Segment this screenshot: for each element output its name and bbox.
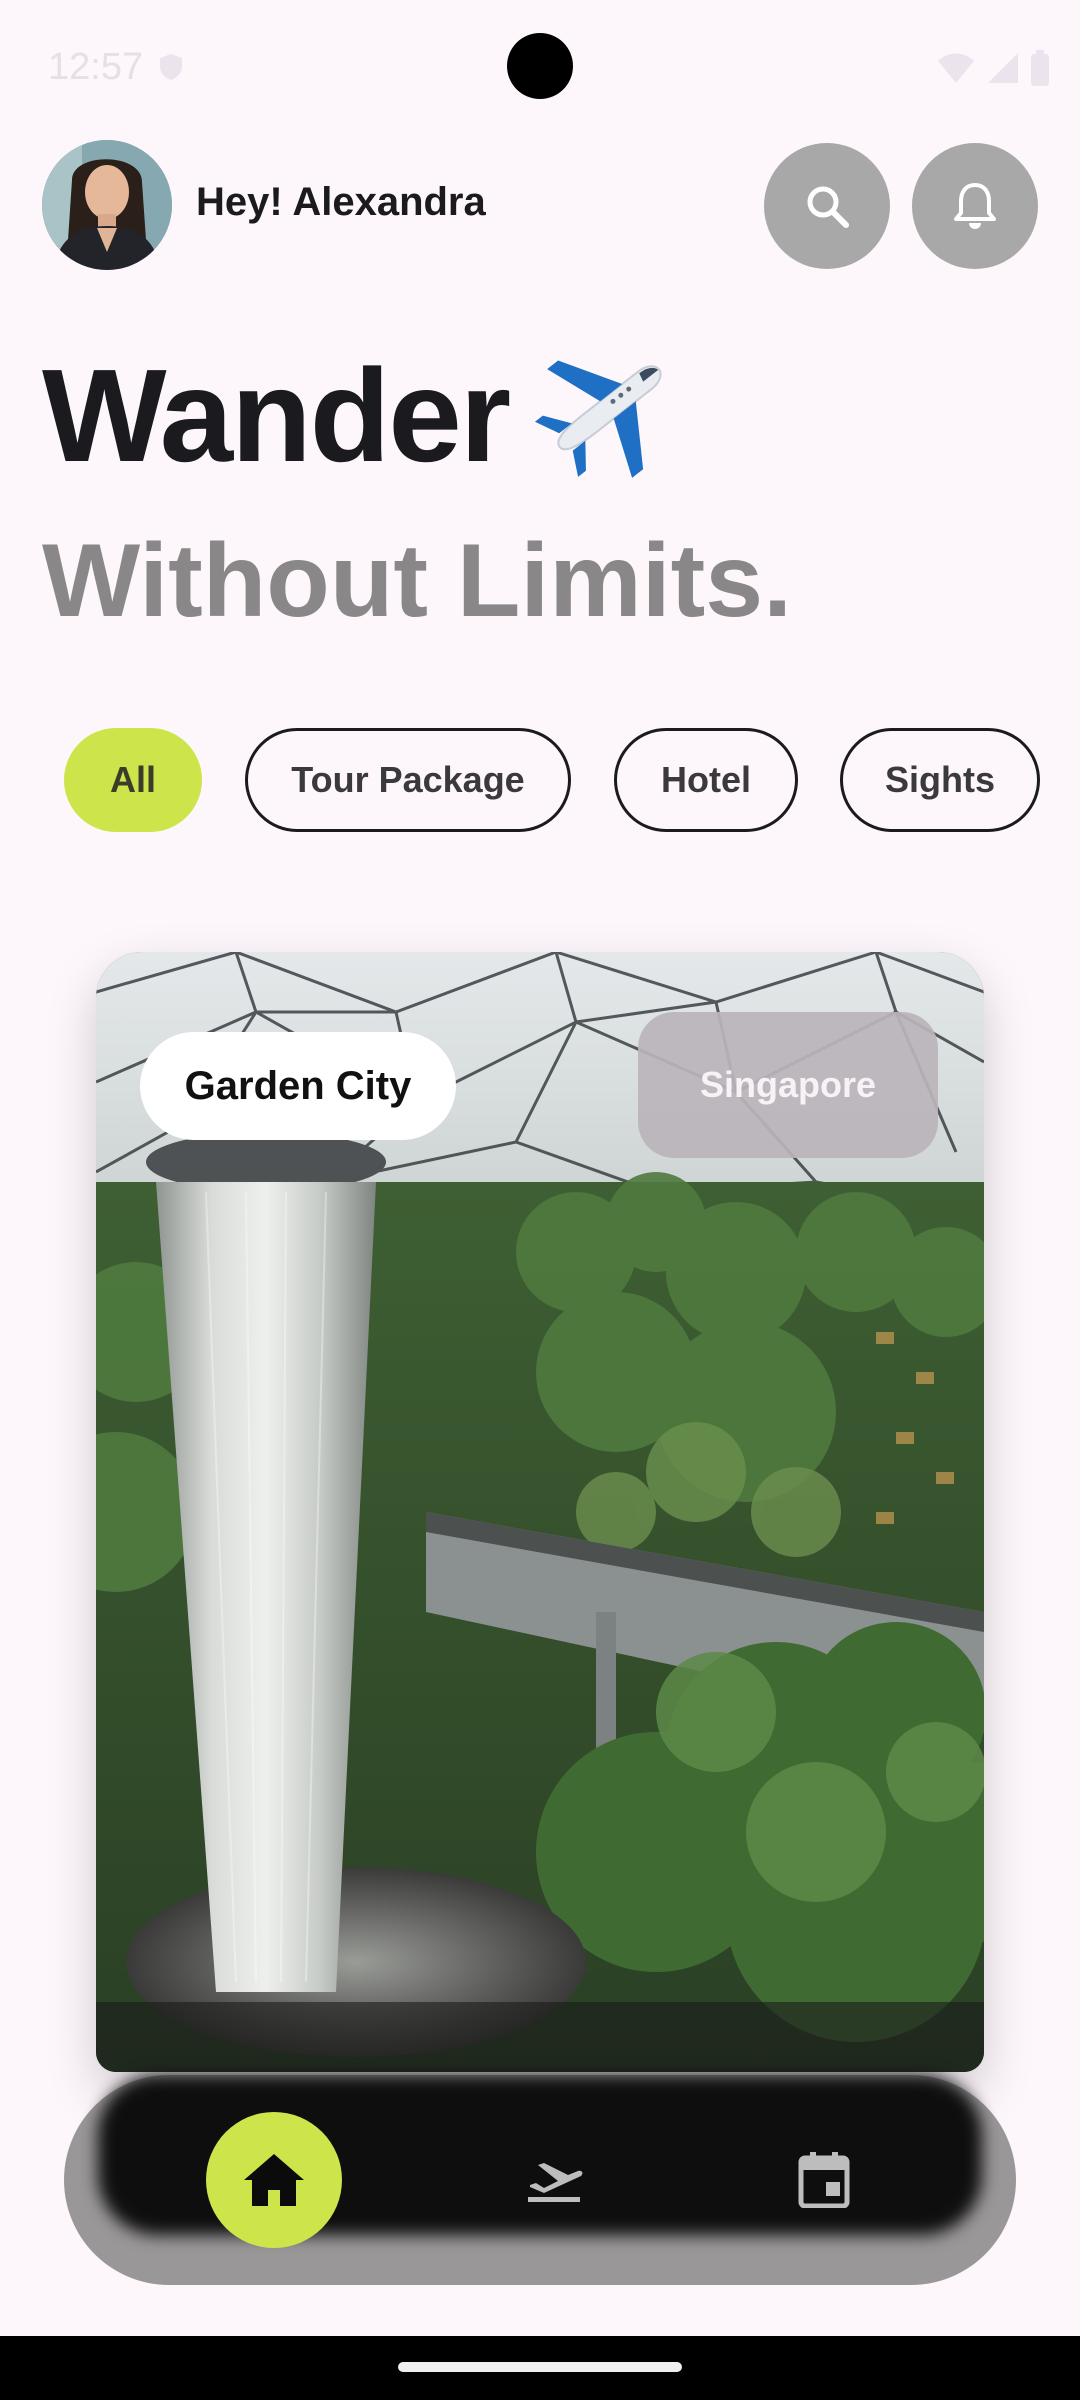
bell-icon [954, 183, 996, 229]
nav-calendar-button[interactable] [774, 2130, 874, 2230]
search-button[interactable] [764, 143, 890, 269]
home-icon [244, 2154, 304, 2206]
home-screen: { "status_bar": { "time": "12:57" }, "he… [0, 0, 1080, 2400]
bottom-navigation [64, 2075, 1016, 2285]
shield-icon [160, 54, 182, 80]
nav-flights-button[interactable] [504, 2130, 604, 2230]
avatar[interactable] [42, 140, 172, 270]
flight-takeoff-icon [528, 2163, 583, 2202]
notification-button[interactable] [912, 143, 1038, 269]
nav-home-button[interactable] [206, 2112, 342, 2248]
home-gesture-handle[interactable] [398, 2362, 682, 2372]
signal-icon [988, 53, 1018, 83]
airplane-icon [534, 360, 662, 478]
filter-chip-all[interactable]: All [64, 728, 202, 832]
destination-card[interactable]: Garden City Singapore [96, 952, 984, 2072]
greeting-text: Hey! Alexandra [196, 180, 486, 224]
hero-title-line1: Wander [42, 342, 511, 489]
search-icon [807, 186, 849, 228]
status-icons [936, 48, 1050, 88]
filter-chip-sights[interactable]: Sights [840, 728, 1040, 832]
destination-country-tag: Singapore [638, 1012, 938, 1158]
avatar-image [42, 140, 172, 270]
filter-chip-hotel[interactable]: Hotel [614, 728, 798, 832]
calendar-icon [798, 2152, 850, 2208]
hero-title-line2: Without Limits. [42, 523, 793, 639]
camera-cutout [507, 33, 573, 99]
status-bar: 12:57 [0, 0, 1080, 132]
filter-chip-tour-package[interactable]: Tour Package [245, 728, 571, 832]
status-time: 12:57 [48, 46, 144, 88]
destination-name-tag: Garden City [140, 1032, 456, 1140]
battery-icon [1031, 50, 1049, 86]
wifi-icon [938, 53, 974, 83]
